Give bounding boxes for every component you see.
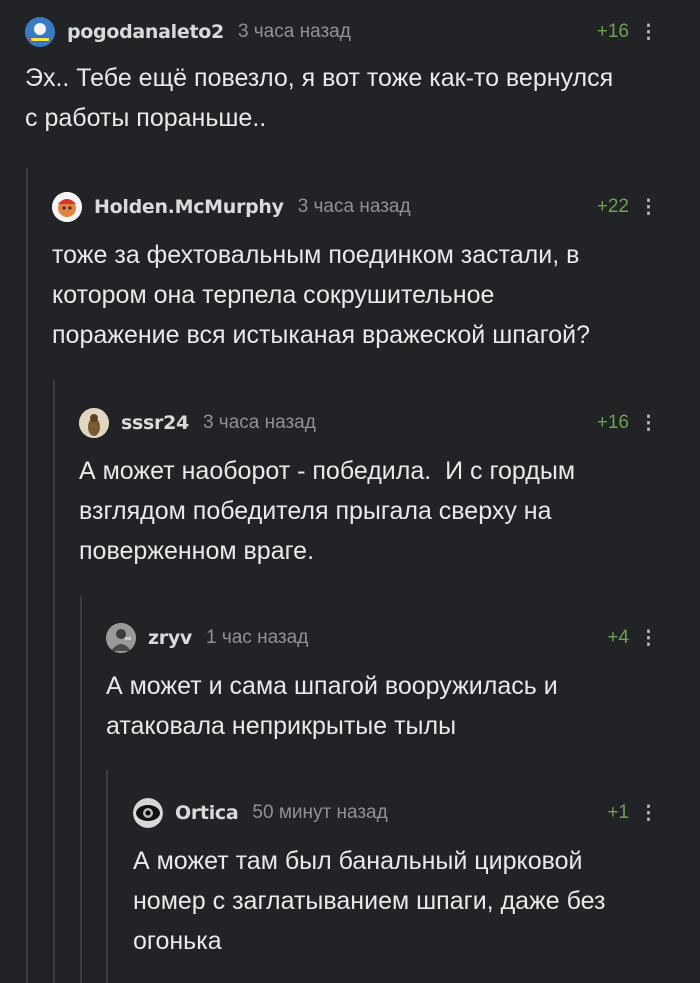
avatar-image [133, 798, 163, 828]
more-menu-icon[interactable]: ⋮ [639, 412, 658, 435]
avatar[interactable] [133, 798, 163, 828]
timestamp[interactable]: 50 минут назад [252, 802, 387, 824]
comment: pogodanaleto2 3 часа назад +16 ⋮ Эх.. Те… [25, 16, 658, 138]
avatar[interactable] [25, 17, 55, 47]
timestamp[interactable]: 1 час назад [206, 627, 308, 649]
thread-line [80, 596, 82, 983]
rating: +16 [596, 412, 629, 433]
comment: Holden.McMurphy 3 часа назад +22 ⋮ тоже … [52, 191, 658, 355]
avatar-image [79, 408, 109, 438]
comment-text: тоже за фехтовальным поединком застали, … [52, 241, 591, 349]
comment-header: Holden.McMurphy 3 часа назад +22 ⋮ [52, 191, 658, 223]
more-menu-icon[interactable]: ⋮ [639, 21, 658, 44]
timestamp[interactable]: 3 часа назад [203, 412, 316, 434]
more-menu-icon[interactable]: ⋮ [639, 627, 658, 650]
rating: +1 [607, 802, 629, 823]
comment-text: А может там был банальный цирковой номер… [133, 847, 606, 955]
thread-line [53, 380, 55, 983]
more-menu-icon[interactable]: ⋮ [639, 802, 658, 825]
username[interactable]: Holden.McMurphy [94, 196, 284, 218]
comment-text: А может и сама шпагой вооружилась и атак… [106, 672, 558, 740]
username[interactable]: sssr24 [121, 412, 189, 434]
avatar[interactable] [106, 623, 136, 653]
thread-line [26, 168, 28, 983]
comment: zryv 1 час назад +4 ⋮ А может и сама шпа… [106, 622, 658, 746]
avatar-image [106, 623, 136, 653]
more-menu-icon[interactable]: ⋮ [639, 196, 658, 219]
avatar[interactable] [79, 408, 109, 438]
rating: +16 [596, 21, 629, 42]
comment: sssr24 3 часа назад +16 ⋮ А может наобор… [79, 407, 658, 571]
timestamp[interactable]: 3 часа назад [238, 21, 351, 43]
username[interactable]: pogodanaleto2 [67, 21, 224, 43]
comment-text: Эх.. Тебе ещё повезло, я вот тоже как-то… [25, 64, 614, 132]
avatar-image [25, 17, 55, 47]
avatar[interactable] [52, 192, 82, 222]
avatar-image [52, 192, 82, 222]
rating: +22 [596, 196, 629, 217]
comment-header: Ortica 50 минут назад +1 ⋮ [133, 797, 658, 829]
username[interactable]: Ortica [175, 802, 239, 824]
comment-header: sssr24 3 часа назад +16 ⋮ [79, 407, 658, 439]
comment: Ortica 50 минут назад +1 ⋮ А может там б… [133, 797, 658, 961]
comment-header: pogodanaleto2 3 часа назад +16 ⋮ [25, 16, 658, 48]
rating: +4 [607, 627, 629, 648]
thread-line [106, 770, 108, 983]
username[interactable]: zryv [148, 627, 192, 649]
comment-text: А может наоборот - победила. И с гордым … [79, 457, 576, 565]
comment-header: zryv 1 час назад +4 ⋮ [106, 622, 658, 654]
timestamp[interactable]: 3 часа назад [298, 196, 411, 218]
